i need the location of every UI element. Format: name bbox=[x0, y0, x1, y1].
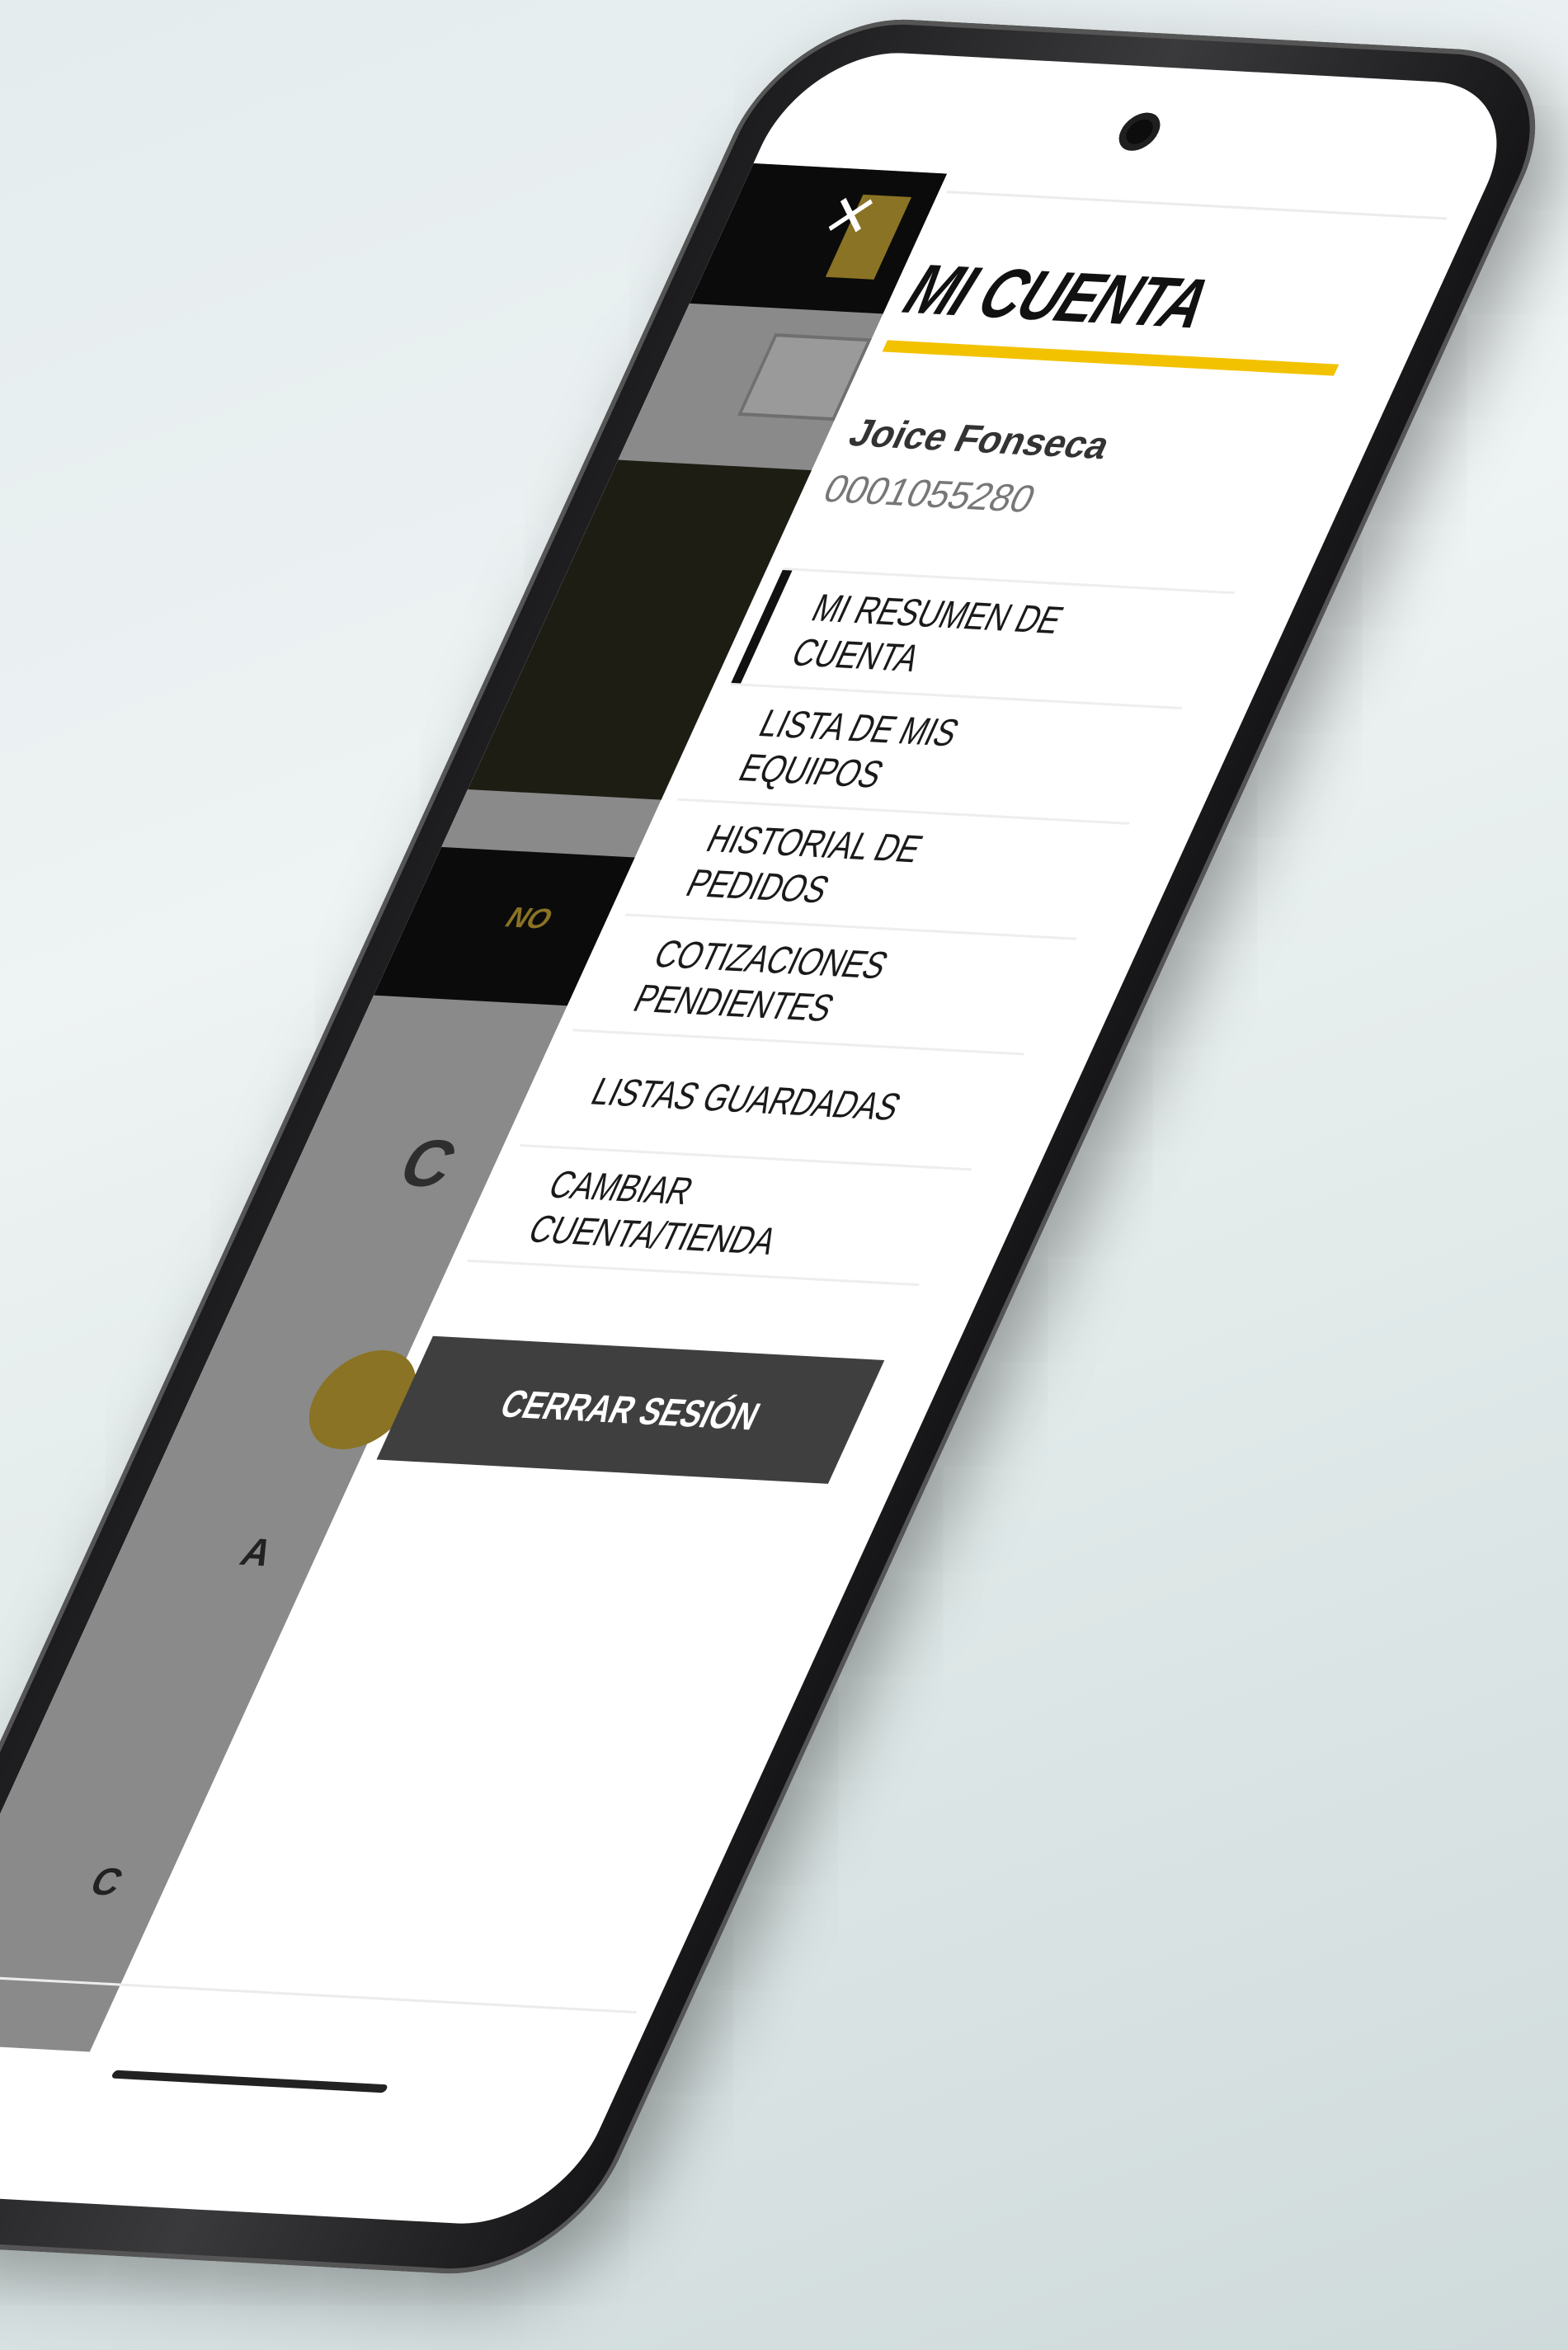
phone-screen: NO C A C × MI CUENTA Joice Fonseca 00010… bbox=[0, 48, 1532, 2229]
user-name: Joice Fonseca bbox=[842, 410, 1118, 468]
background-heading-fragment: C bbox=[388, 1125, 469, 1202]
marketing-stage: NO C A C × MI CUENTA Joice Fonseca 00010… bbox=[0, 0, 1568, 2350]
background-search-box bbox=[737, 333, 872, 421]
menu-item-label: COTIZACIONES PENDIENTES bbox=[627, 931, 896, 1029]
drawer-title: MI CUENTA bbox=[893, 249, 1222, 343]
menu-item-label: MI RESUMEN DE CUENTA bbox=[785, 585, 1071, 680]
user-account-id: 0001055280 bbox=[817, 466, 1043, 520]
background-text-fragment: A bbox=[233, 1529, 280, 1575]
menu-item-label: LISTAS GUARDADAS bbox=[585, 1068, 908, 1128]
background-notice-text: NO bbox=[501, 902, 557, 935]
phone-device: NO C A C × MI CUENTA Joice Fonseca 00010… bbox=[0, 13, 1568, 2280]
front-camera-icon bbox=[1112, 111, 1167, 152]
logout-label: CERRAR SESIÓN bbox=[493, 1382, 767, 1439]
status-divider bbox=[946, 191, 1448, 220]
background-text-fragment-2: C bbox=[83, 1859, 130, 1904]
logout-button[interactable]: CERRAR SESIÓN bbox=[376, 1335, 885, 1484]
menu-item-label: CAMBIAR CUENTA/TIENDA bbox=[521, 1161, 784, 1263]
home-indicator[interactable] bbox=[111, 2070, 389, 2093]
menu-item-label: LISTA DE MIS EQUIPOS bbox=[732, 700, 967, 796]
title-accent-rule bbox=[882, 340, 1340, 376]
menu-item-switch-account-store[interactable]: CAMBIAR CUENTA/TIENDA bbox=[466, 1147, 972, 1287]
menu-item-label: HISTORIAL DE PEDIDOS bbox=[680, 816, 930, 911]
